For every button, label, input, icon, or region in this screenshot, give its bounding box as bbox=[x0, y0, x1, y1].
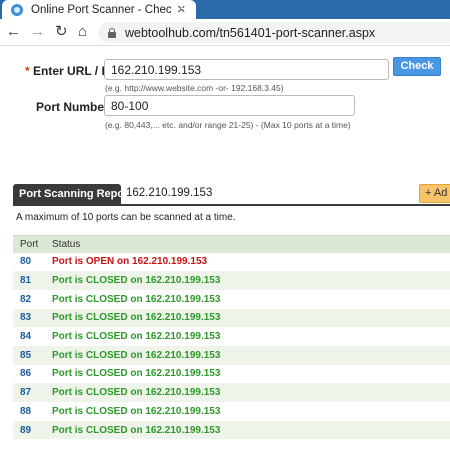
url-label: * Enter URL / IP bbox=[25, 64, 113, 78]
url-label-text: Enter URL / IP bbox=[33, 64, 113, 78]
required-marker: * bbox=[25, 64, 30, 78]
new-tab-icon[interactable]: + bbox=[180, 0, 190, 18]
table-row: 83 Port is CLOSED on 162.210.199.153 bbox=[13, 308, 450, 328]
column-header-port: Port bbox=[13, 235, 46, 253]
max-ports-note: A maximum of 10 ports can be scanned at … bbox=[16, 212, 236, 223]
results-table: Port Status 80 Port is OPEN on 162.210.1… bbox=[13, 235, 450, 440]
site-favicon-icon bbox=[11, 3, 23, 16]
forward-arrow-icon[interactable]: → bbox=[30, 22, 45, 42]
port-cell: 85 bbox=[13, 345, 46, 365]
report-tab: Port Scanning Report: bbox=[13, 184, 136, 204]
browser-toolbar: ← → ↻ ⌂ webtoolhub.com/tn561401-port-sca… bbox=[0, 19, 450, 46]
column-header-status: Status bbox=[46, 235, 450, 253]
ports-hint: (e.g. 80,443,... etc. and/or range 21-25… bbox=[105, 120, 351, 130]
reload-icon[interactable]: ↻ bbox=[55, 22, 68, 42]
add-button[interactable]: + Ad bbox=[419, 184, 450, 203]
browser-tab-strip: Online Port Scanner - Check Ope × + bbox=[0, 0, 450, 19]
port-cell: 80 bbox=[13, 252, 46, 272]
port-cell: 89 bbox=[13, 420, 46, 440]
status-cell: Port is CLOSED on 162.210.199.153 bbox=[46, 327, 450, 346]
status-cell: Port is CLOSED on 162.210.199.153 bbox=[46, 345, 450, 365]
back-arrow-icon[interactable]: ← bbox=[6, 22, 21, 42]
table-row: 82 Port is CLOSED on 162.210.199.153 bbox=[13, 289, 450, 309]
url-input[interactable] bbox=[104, 59, 389, 80]
address-url: webtoolhub.com/tn561401-port-scanner.asp… bbox=[125, 25, 376, 40]
status-cell: Port is OPEN on 162.210.199.153 bbox=[46, 252, 450, 272]
port-cell: 82 bbox=[13, 289, 46, 309]
table-row: 86 Port is CLOSED on 162.210.199.153 bbox=[13, 364, 450, 384]
status-cell: Port is CLOSED on 162.210.199.153 bbox=[46, 308, 450, 328]
home-icon[interactable]: ⌂ bbox=[78, 22, 87, 42]
port-cell: 81 bbox=[13, 271, 46, 290]
url-hint: (e.g. http://www.website.com -or- 192.16… bbox=[105, 83, 284, 93]
lock-icon bbox=[108, 27, 116, 38]
ports-input[interactable] bbox=[104, 95, 355, 116]
table-row: 84 Port is CLOSED on 162.210.199.153 bbox=[13, 327, 450, 346]
address-bar[interactable]: webtoolhub.com/tn561401-port-scanner.asp… bbox=[98, 22, 450, 43]
table-row: 87 Port is CLOSED on 162.210.199.153 bbox=[13, 383, 450, 402]
status-cell: Port is CLOSED on 162.210.199.153 bbox=[46, 271, 450, 290]
table-row: 88 Port is CLOSED on 162.210.199.153 bbox=[13, 402, 450, 421]
status-cell: Port is CLOSED on 162.210.199.153 bbox=[46, 420, 450, 440]
table-row: 80 Port is OPEN on 162.210.199.153 bbox=[13, 252, 450, 272]
port-cell: 88 bbox=[13, 402, 46, 421]
report-target: 162.210.199.153 bbox=[126, 187, 213, 199]
status-cell: Port is CLOSED on 162.210.199.153 bbox=[46, 383, 450, 402]
table-row: 89 Port is CLOSED on 162.210.199.153 bbox=[13, 420, 450, 440]
port-cell: 83 bbox=[13, 308, 46, 328]
tab-title: Online Port Scanner - Check Ope bbox=[31, 3, 171, 16]
port-cell: 84 bbox=[13, 327, 46, 346]
table-row: 81 Port is CLOSED on 162.210.199.153 bbox=[13, 271, 450, 290]
status-cell: Port is CLOSED on 162.210.199.153 bbox=[46, 289, 450, 309]
browser-tab[interactable]: Online Port Scanner - Check Ope × bbox=[2, 0, 196, 19]
report-divider bbox=[13, 204, 450, 206]
results-header-row: Port Status bbox=[13, 235, 450, 253]
status-cell: Port is CLOSED on 162.210.199.153 bbox=[46, 402, 450, 421]
port-cell: 86 bbox=[13, 364, 46, 384]
table-row: 85 Port is CLOSED on 162.210.199.153 bbox=[13, 345, 450, 365]
status-cell: Port is CLOSED on 162.210.199.153 bbox=[46, 364, 450, 384]
check-button[interactable]: Check bbox=[393, 57, 441, 76]
port-cell: 87 bbox=[13, 383, 46, 402]
